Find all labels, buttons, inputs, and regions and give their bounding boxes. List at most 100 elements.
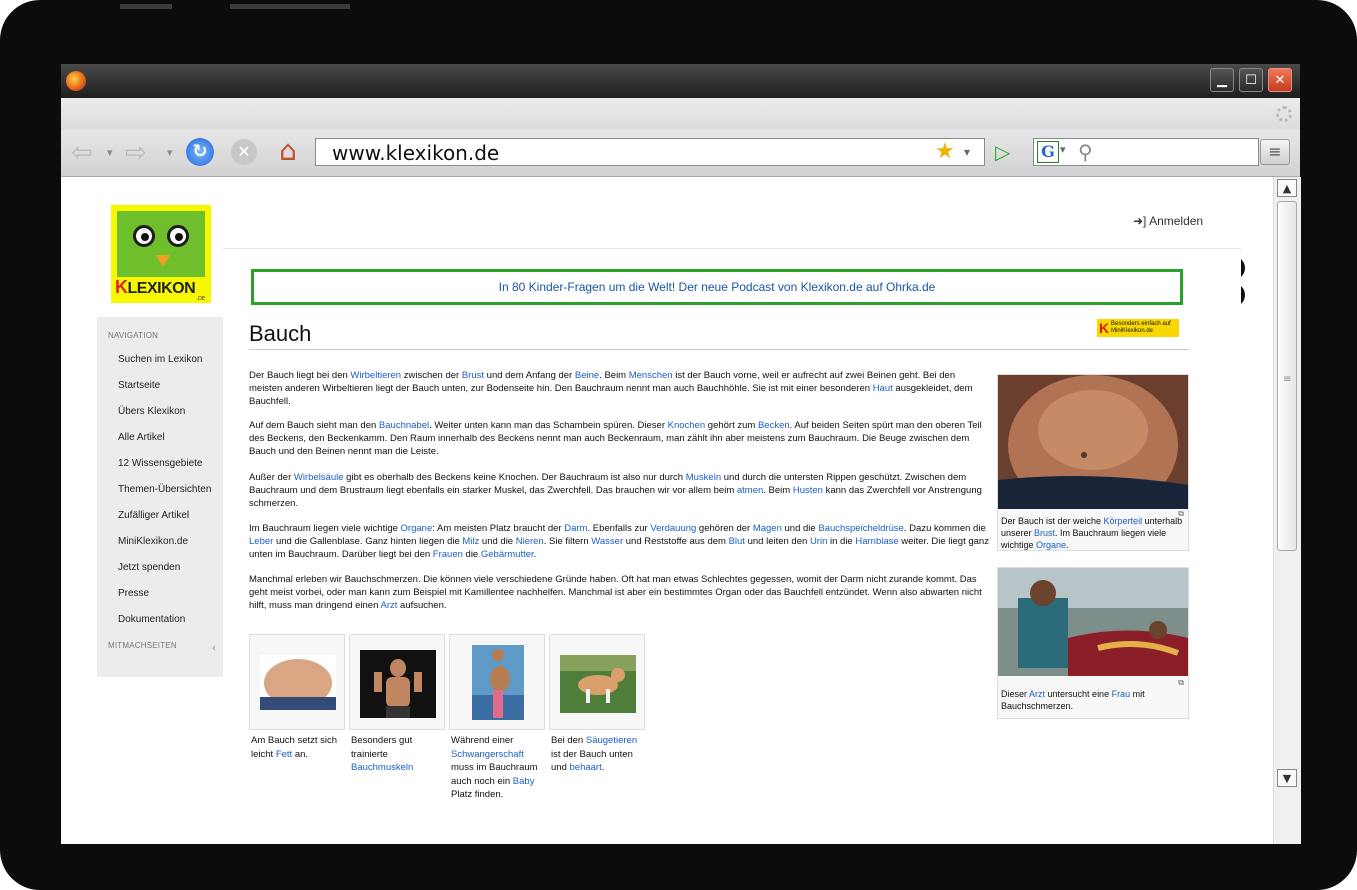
sidebar-item-spenden[interactable]: Jetzt spenden xyxy=(118,562,180,573)
sidebar-item-presse[interactable]: Presse xyxy=(118,588,149,599)
article-link[interactable]: behaart xyxy=(570,762,602,773)
back-dropdown-icon[interactable]: ▾ xyxy=(107,138,113,168)
sidebar-item-dokumentation[interactable]: Dokumentation xyxy=(118,614,185,625)
article-link[interactable]: Bauchspeicheldrüse xyxy=(818,523,904,534)
page-viewport: KLEXIKON .DE NAVIGATION Suchen im Lexiko… xyxy=(61,177,1273,844)
sidebar-item-miniklexikon[interactable]: MiniKlexikon.de xyxy=(118,536,188,547)
reload-icon[interactable]: ↻ xyxy=(186,138,214,166)
search-engine-dropdown-icon[interactable]: ▾ xyxy=(1060,143,1066,156)
url-dropdown-icon[interactable]: ▾ xyxy=(964,140,970,164)
paragraph-5: Manchmal erleben wir Bauchschmerzen. Die… xyxy=(249,573,989,612)
article-link[interactable]: Wirbeltieren xyxy=(350,370,401,381)
article-link[interactable]: Gebärmutter xyxy=(481,549,534,560)
gallery-photo-dog[interactable] xyxy=(560,655,636,713)
gallery-item[interactable] xyxy=(249,634,345,730)
back-arrow-icon[interactable]: ⇦ xyxy=(71,138,93,168)
forward-arrow-icon[interactable]: ⇨ xyxy=(125,138,147,168)
bookmark-star-icon[interactable]: ★ xyxy=(935,140,955,164)
scroll-down-button[interactable]: ▼ xyxy=(1277,769,1297,787)
enlarge-icon[interactable]: ⧉ xyxy=(1178,509,1184,519)
enlarge-icon[interactable]: ⧉ xyxy=(1178,678,1184,688)
gallery-photo-muscles[interactable] xyxy=(360,650,436,718)
article-link[interactable]: Säugetieren xyxy=(586,735,637,746)
article-link[interactable]: Schwangerschaft xyxy=(451,749,524,760)
sidebar-item-suchen[interactable]: Suchen im Lexikon xyxy=(118,354,203,365)
home-icon[interactable]: ⌂ xyxy=(273,136,303,166)
gallery-item[interactable] xyxy=(449,634,545,730)
article-link[interactable]: Becken xyxy=(758,420,790,431)
article-link[interactable]: Knochen xyxy=(668,420,706,431)
maximize-button[interactable]: ☐ xyxy=(1239,68,1263,92)
stop-icon[interactable]: ✕ xyxy=(231,139,257,165)
article-link[interactable]: Magen xyxy=(753,523,782,534)
gallery-item[interactable] xyxy=(549,634,645,730)
figure-belly-caption: Der Bauch ist der weiche Körperteil unte… xyxy=(998,513,1188,553)
article-link[interactable]: Nieren xyxy=(516,536,544,547)
article-link[interactable]: Brust xyxy=(1034,528,1055,538)
article-link[interactable]: Beine xyxy=(575,370,599,381)
url-bar[interactable]: www.klexikon.de xyxy=(315,138,985,166)
search-box[interactable]: G ▾ ⚲ xyxy=(1033,138,1259,166)
article-link[interactable]: Harnblase xyxy=(855,536,898,547)
article-link[interactable]: Wasser xyxy=(591,536,623,547)
article-link[interactable]: Fett xyxy=(276,749,292,760)
article-link[interactable]: Darm xyxy=(564,523,587,534)
minimize-button[interactable]: ▁ xyxy=(1210,68,1234,92)
chevron-left-icon[interactable]: ‹ xyxy=(212,643,216,654)
article-link[interactable]: Bauchmuskeln xyxy=(351,762,413,773)
article-link[interactable]: Arzt xyxy=(381,600,398,611)
text-run: Im Bauchraum liegen viele wichtige xyxy=(249,523,401,534)
article-link[interactable]: Frauen xyxy=(433,549,463,560)
article-link[interactable]: Husten xyxy=(793,485,823,496)
article-link[interactable]: Brust xyxy=(462,370,484,381)
article-link[interactable]: Urin xyxy=(810,536,827,547)
article-link[interactable]: Leber xyxy=(249,536,273,547)
article-link[interactable]: atmen xyxy=(737,485,763,496)
figure-doctor: ⧉ Dieser Arzt untersucht eine Frau mit B… xyxy=(997,567,1189,719)
vertical-scrollbar[interactable]: ▲ ≡ ▼ xyxy=(1273,177,1301,844)
sidebar-item-uebers[interactable]: Übers Klexikon xyxy=(118,406,185,417)
text-run: Während einer xyxy=(451,735,514,746)
article-link[interactable]: Milz xyxy=(462,536,479,547)
article-link[interactable]: Baby xyxy=(513,776,535,787)
miniklexikon-badge[interactable]: K Besonders einfach auf MiniKlexikon.de xyxy=(1097,319,1179,337)
article-link[interactable]: Menschen xyxy=(629,370,673,381)
article-link[interactable]: Frau xyxy=(1112,689,1131,699)
klexikon-logo[interactable]: KLEXIKON .DE xyxy=(111,205,211,303)
sidebar-item-alle-artikel[interactable]: Alle Artikel xyxy=(118,432,165,443)
article-link[interactable]: Haut xyxy=(873,383,893,394)
url-text[interactable]: www.klexikon.de xyxy=(332,140,499,166)
search-icon[interactable]: ⚲ xyxy=(1078,139,1093,165)
menu-icon[interactable]: ≡ xyxy=(1260,139,1290,165)
gallery-item[interactable] xyxy=(349,634,445,730)
mitmachseiten-heading[interactable]: MITMACHSEITEN xyxy=(108,641,177,650)
scroll-up-button[interactable]: ▲ xyxy=(1277,179,1297,197)
gallery-photo-fat-belly[interactable] xyxy=(260,655,336,710)
sidebar-item-themen[interactable]: Themen-Übersichten xyxy=(118,484,211,495)
article-link[interactable]: Muskeln xyxy=(686,472,721,483)
sidebar-item-zufaellig[interactable]: Zufälliger Artikel xyxy=(118,510,189,521)
sidebar-item-startseite[interactable]: Startseite xyxy=(118,380,160,391)
google-icon[interactable]: G xyxy=(1037,141,1059,163)
close-button[interactable]: ✕ xyxy=(1268,68,1292,92)
article-link[interactable]: Bauchnabel xyxy=(379,420,429,431)
loading-spinner-icon xyxy=(1276,106,1292,122)
scroll-thumb[interactable]: ≡ xyxy=(1277,201,1297,551)
belly-photo[interactable] xyxy=(998,375,1188,515)
article-link[interactable]: Organe xyxy=(401,523,433,534)
sidebar-item-wissensgebiete[interactable]: 12 Wissensgebiete xyxy=(118,458,203,469)
text-run: Auf dem Bauch sieht man den xyxy=(249,420,379,431)
forward-dropdown-icon[interactable]: ▾ xyxy=(167,138,173,168)
go-arrow-icon[interactable]: ▷ xyxy=(995,139,1010,165)
article-link[interactable]: Arzt xyxy=(1029,689,1045,699)
podcast-banner[interactable]: In 80 Kinder-Fragen um die Welt! Der neu… xyxy=(251,269,1183,305)
title-divider xyxy=(249,349,1189,350)
article-link[interactable]: Verdauung xyxy=(650,523,696,534)
gallery-photo-pregnant[interactable] xyxy=(472,645,524,720)
doctor-photo[interactable] xyxy=(998,568,1188,676)
article-link[interactable]: Blut xyxy=(729,536,745,547)
article-link[interactable]: Wirbelsäule xyxy=(294,472,344,483)
login-link[interactable]: ➜] Anmelden xyxy=(1133,214,1203,228)
article-link[interactable]: Organe xyxy=(1036,540,1066,550)
article-link[interactable]: Körperteil xyxy=(1104,516,1143,526)
